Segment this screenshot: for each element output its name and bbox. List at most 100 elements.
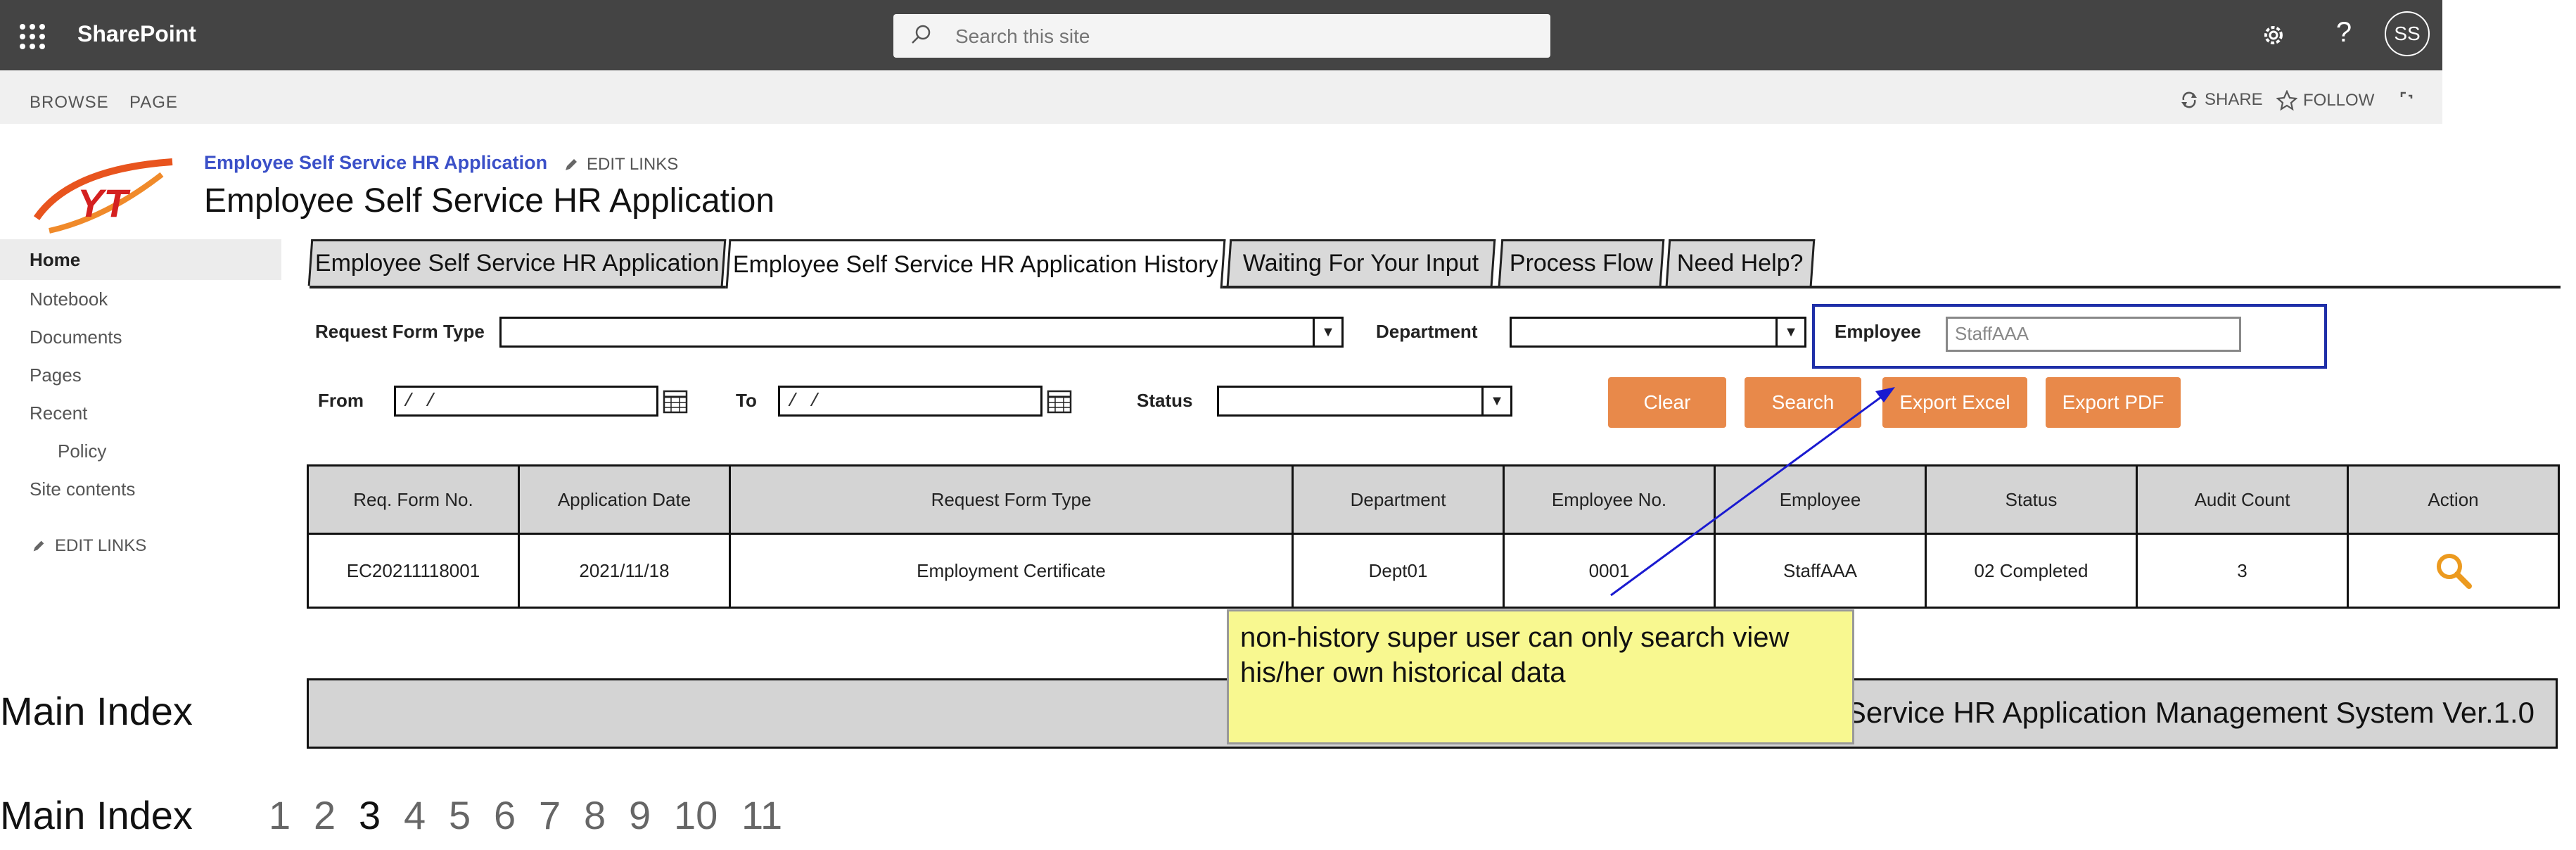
page-link-7[interactable]: 7 — [539, 792, 561, 838]
chevron-down-icon: ▼ — [1481, 388, 1510, 414]
cell-action — [2347, 533, 2560, 609]
avatar[interactable]: SS — [2385, 11, 2430, 56]
tab-process-flow[interactable]: Process Flow — [1498, 239, 1665, 286]
edit-links-label: EDIT LINKS — [587, 155, 679, 174]
search-button[interactable]: Search — [1745, 377, 1861, 428]
logo-text: YT — [77, 181, 131, 225]
tab-label: Process Flow — [1509, 250, 1653, 277]
nav-item-pages[interactable]: Pages — [30, 364, 82, 386]
cell-department: Dept01 — [1292, 533, 1505, 609]
col-header-status[interactable]: Status — [1925, 464, 2138, 535]
annotation-callout: non-history super user can only search v… — [1227, 609, 1854, 744]
page-link-1[interactable]: 1 — [269, 792, 291, 838]
col-header-employee-no[interactable]: Employee No. — [1503, 464, 1716, 535]
page-link-9[interactable]: 9 — [629, 792, 651, 838]
cell-request-form-type: Employment Certificate — [729, 533, 1294, 609]
ribbon-bar — [0, 70, 2442, 124]
focus-content-icon[interactable] — [2399, 90, 2416, 107]
nav-item-recent[interactable]: Recent — [30, 402, 87, 424]
chevron-down-icon: ▼ — [1313, 319, 1341, 345]
tab-waiting-input[interactable]: Waiting For Your Input — [1226, 239, 1496, 286]
tab-need-help[interactable]: Need Help? — [1665, 239, 1816, 286]
col-header-action: Action — [2347, 464, 2560, 535]
follow-button[interactable]: FOLLOW — [2276, 90, 2374, 111]
cell-employee: StaffAAA — [1714, 533, 1927, 609]
to-label: To — [736, 390, 757, 411]
nav-item-notebook[interactable]: Notebook — [30, 288, 108, 310]
main-index-heading: Main Index — [0, 689, 193, 733]
page-link-5[interactable]: 5 — [449, 792, 471, 838]
page-link-2[interactable]: 2 — [314, 792, 336, 838]
sharepoint-brand[interactable]: SharePoint — [77, 21, 196, 47]
share-label: SHARE — [2205, 90, 2263, 109]
request-form-type-label: Request Form Type — [315, 321, 485, 342]
col-header-req-form-no[interactable]: Req. Form No. — [307, 464, 520, 535]
page-link-10[interactable]: 10 — [674, 792, 718, 838]
tab-label: Need Help? — [1677, 250, 1804, 277]
view-magnifier-icon[interactable] — [2432, 550, 2475, 592]
cell-application-date: 2021/11/18 — [518, 533, 731, 609]
edit-links-nav-label: EDIT LINKS — [55, 536, 147, 555]
request-form-type-select[interactable]: ▼ — [499, 317, 1344, 348]
nav-item-site-contents[interactable]: Site contents — [30, 478, 135, 500]
search-icon — [912, 25, 931, 44]
export-excel-button[interactable]: Export Excel — [1882, 377, 2027, 428]
cell-audit-count: 3 — [2136, 533, 2349, 609]
tab-underline — [310, 286, 2561, 288]
search-input[interactable] — [954, 24, 1519, 49]
company-logo: YT — [33, 158, 173, 234]
cell-status: 02 Completed — [1925, 533, 2138, 609]
from-date-input[interactable]: / / — [394, 386, 658, 417]
cell-req-form-no: EC20211118001 — [307, 533, 520, 609]
chevron-down-icon: ▼ — [1775, 319, 1804, 345]
page-link-11[interactable]: 11 — [741, 792, 782, 838]
col-header-request-form-type[interactable]: Request Form Type — [729, 464, 1294, 535]
pencil-icon — [566, 159, 577, 170]
ribbon-tab-page[interactable]: PAGE — [129, 93, 178, 113]
export-pdf-button[interactable]: Export PDF — [2046, 377, 2181, 428]
share-button[interactable]: SHARE — [2179, 90, 2263, 110]
tab-application-history[interactable]: Employee Self Service HR Application His… — [725, 239, 1226, 288]
from-label: From — [318, 390, 364, 411]
employee-input[interactable]: StaffAAA — [1946, 317, 2241, 352]
star-icon — [2276, 90, 2297, 111]
nav-item-documents[interactable]: Documents — [30, 326, 122, 348]
nav-item-policy[interactable]: Policy — [58, 440, 106, 462]
tab-application[interactable]: Employee Self Service HR Application — [307, 239, 727, 286]
to-date-input[interactable]: / / — [778, 386, 1042, 417]
table-row: EC20211118001 2021/11/18 Employment Cert… — [307, 533, 2560, 609]
calendar-icon[interactable] — [1047, 388, 1072, 414]
page-link-6[interactable]: 6 — [494, 792, 516, 838]
site-search-box[interactable] — [893, 14, 1550, 58]
col-header-department[interactable]: Department — [1292, 464, 1505, 535]
cell-employee-no: 0001 — [1503, 533, 1716, 609]
help-icon[interactable]: ? — [2330, 17, 2358, 52]
history-table: Req. Form No. Application Date Request F… — [307, 464, 2560, 609]
employee-label: Employee — [1835, 321, 1921, 342]
ribbon-tab-browse[interactable]: BROWSE — [30, 93, 109, 113]
edit-links-nav[interactable]: EDIT LINKS — [31, 536, 146, 556]
calendar-icon[interactable] — [663, 388, 688, 414]
department-select[interactable]: ▼ — [1510, 317, 1806, 348]
pencil-icon — [33, 540, 44, 552]
nav-item-home[interactable]: Home — [30, 249, 80, 271]
tab-label: Employee Self Service HR Application — [314, 250, 720, 277]
page-link-3-current[interactable]: 3 — [359, 792, 381, 838]
gear-icon[interactable] — [2259, 21, 2288, 49]
table-header-row: Req. Form No. Application Date Request F… — [307, 464, 2560, 535]
status-select[interactable]: ▼ — [1217, 386, 1512, 417]
col-header-audit-count[interactable]: Audit Count — [2136, 464, 2349, 535]
tab-label: Waiting For Your Input — [1243, 250, 1479, 277]
col-header-application-date[interactable]: Application Date — [518, 464, 731, 535]
department-label: Department — [1376, 321, 1478, 342]
site-title-link[interactable]: Employee Self Service HR Application — [204, 152, 547, 174]
page-link-8[interactable]: 8 — [584, 792, 606, 838]
share-icon — [2181, 91, 2197, 108]
page-title: Employee Self Service HR Application — [204, 182, 775, 220]
edit-links-top[interactable]: EDIT LINKS — [563, 155, 678, 175]
follow-label: FOLLOW — [2303, 91, 2375, 110]
clear-button[interactable]: Clear — [1608, 377, 1726, 428]
col-header-employee[interactable]: Employee — [1714, 464, 1927, 535]
app-launcher-icon[interactable] — [20, 24, 45, 49]
page-link-4[interactable]: 4 — [404, 792, 426, 838]
